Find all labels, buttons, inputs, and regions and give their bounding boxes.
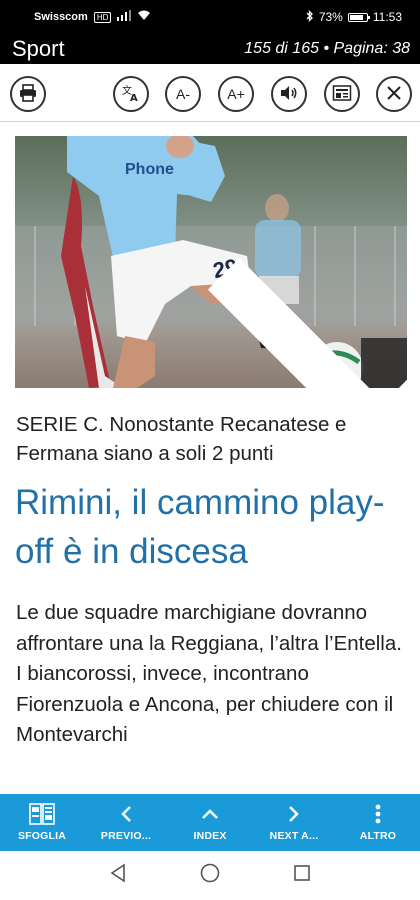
article-toolbar: 文A A- A+ <box>0 66 420 122</box>
system-home-button[interactable] <box>198 862 222 889</box>
signal-icon <box>117 10 132 24</box>
triangle-back-icon <box>109 863 127 888</box>
battery-percent: 73% <box>318 10 343 24</box>
chevron-right-icon <box>287 803 301 825</box>
close-icon <box>384 83 404 106</box>
system-recents-button[interactable] <box>290 864 314 888</box>
font-decrease-button[interactable]: A- <box>165 76 201 112</box>
article-summary: Le due squadre marchigiane dovranno affr… <box>16 601 402 746</box>
font-decrease-icon: A- <box>176 86 190 102</box>
read-aloud-button[interactable] <box>271 76 307 112</box>
article-headline: Rimini, il cammino play-off è in discesa <box>15 483 385 571</box>
translate-icon: 文A <box>121 83 141 106</box>
nav-browse[interactable]: SFOGLIA <box>0 794 84 851</box>
nav-previous[interactable]: PREVIO... <box>84 794 168 851</box>
browse-pages-icon <box>29 803 55 825</box>
nav-more[interactable]: ALTRO <box>336 794 420 851</box>
article-photo[interactable]: Phone 29 <box>15 136 407 388</box>
nav-more-label: ALTRO <box>359 830 397 842</box>
article-kicker: SERIE C. Nonostante Recanatese e Fermana… <box>16 413 347 465</box>
reader-mode-button[interactable] <box>324 76 360 112</box>
battery-icon <box>347 12 370 22</box>
shirt-sponsor: Phone <box>125 161 174 178</box>
circle-home-icon <box>199 862 221 889</box>
status-bar: Swisscom HD 73% 11:53 <box>0 0 420 34</box>
system-navigation-bar <box>0 851 420 900</box>
print-button[interactable] <box>10 76 46 112</box>
chevron-down-icon <box>188 237 407 388</box>
translate-button[interactable]: 文A <box>113 76 149 112</box>
carrier-name: Swisscom <box>34 11 88 23</box>
bluetooth-icon <box>306 9 314 25</box>
bottom-navigation: SFOGLIA PREVIO... INDEX NEXT A... ALTRO <box>0 794 420 851</box>
expand-photo-button[interactable] <box>207 258 407 388</box>
nav-browse-label: SFOGLIA <box>17 830 67 842</box>
more-vertical-icon <box>375 803 381 825</box>
font-increase-button[interactable]: A+ <box>218 76 254 112</box>
square-recents-icon <box>293 864 311 887</box>
chevron-left-icon <box>119 803 133 825</box>
nav-next-label: NEXT A... <box>269 830 319 842</box>
network-badge: HD <box>93 11 112 23</box>
page-indicator: 155 di 165 • Pagina: 38 <box>244 40 410 57</box>
system-back-button[interactable] <box>106 863 130 888</box>
chevron-up-icon <box>201 803 219 825</box>
svg-text:A: A <box>130 93 138 103</box>
nav-index[interactable]: INDEX <box>168 794 252 851</box>
nav-index-label: INDEX <box>193 830 227 842</box>
section-title: Sport <box>12 36 65 61</box>
nav-next[interactable]: NEXT A... <box>252 794 336 851</box>
app-header: Sport 155 di 165 • Pagina: 38 <box>0 34 420 64</box>
font-increase-icon: A+ <box>227 86 245 102</box>
reader-mode-icon <box>332 83 352 106</box>
print-icon <box>18 83 38 106</box>
close-button[interactable] <box>376 76 412 112</box>
wifi-icon <box>137 10 151 24</box>
nav-previous-label: PREVIO... <box>100 830 152 842</box>
speaker-icon <box>279 83 299 106</box>
clock: 11:53 <box>372 10 402 24</box>
